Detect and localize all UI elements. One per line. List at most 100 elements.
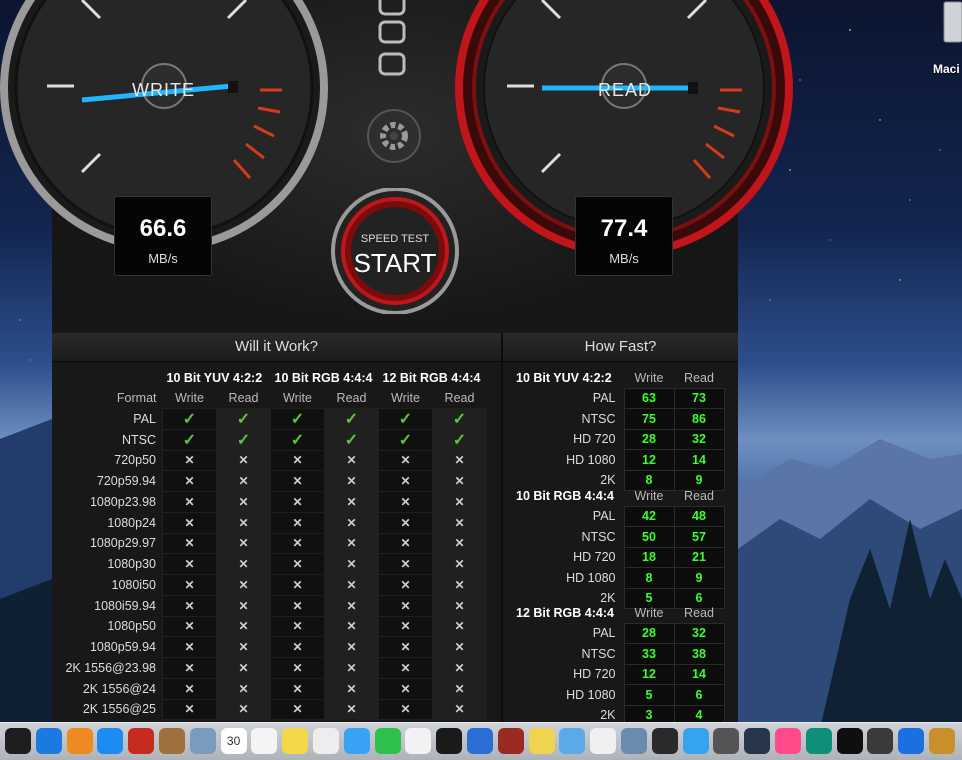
hf-row: HD 1080 5 6: [516, 684, 725, 706]
photo-booth-icon[interactable]: [128, 728, 155, 754]
bear-icon[interactable]: [867, 728, 894, 754]
ww-result-cell: ✕: [432, 553, 487, 575]
hf-write-value: 33: [623, 643, 675, 665]
ww-row: 1080p50 ✕ ✕ ✕ ✕ ✕ ✕: [58, 615, 487, 638]
ww-result-cell: ✕: [216, 615, 271, 638]
ww-result-cell: ✕: [162, 677, 217, 700]
ww-result-cell: ✓: [432, 407, 487, 430]
x-icon: ✕: [346, 453, 357, 468]
x-icon: ✕: [454, 660, 465, 675]
x-icon: ✕: [184, 577, 195, 592]
x-icon: ✕: [292, 577, 303, 592]
x-icon: ✕: [346, 660, 357, 675]
script-icon[interactable]: [590, 728, 617, 754]
hf-format-cell: NTSC: [581, 529, 616, 544]
x-icon: ✕: [346, 619, 357, 634]
x-icon: ✕: [454, 640, 465, 655]
finder-folder-icon[interactable]: [559, 728, 586, 754]
ww-result-cell: ✕: [216, 574, 271, 596]
x-icon: ✕: [346, 681, 357, 696]
app-store-icon[interactable]: [97, 728, 124, 754]
check-icon: ✓: [182, 431, 197, 449]
x-icon: ✕: [184, 557, 195, 572]
malwarebytes-icon[interactable]: [898, 728, 925, 754]
ww-result-cell: ✕: [162, 657, 217, 679]
ww-result-cell: ✕: [324, 698, 379, 721]
x-icon: ✕: [346, 536, 357, 551]
wifi-icon[interactable]: [682, 728, 709, 754]
hf-format-cell: HD 1080: [566, 570, 616, 585]
panel-divider: [501, 333, 503, 722]
notes-brown-icon[interactable]: [159, 728, 185, 754]
hf-group-header: 10 Bit RGB 4:4:4: [516, 489, 614, 503]
hf-row: PAL 42 48: [516, 505, 725, 527]
settings-gear-icon[interactable]: [366, 108, 422, 164]
ww-result-cell: ✕: [270, 449, 325, 472]
ww-result-cell: ✕: [432, 532, 487, 555]
messages-icon[interactable]: [343, 728, 370, 754]
calculator-icon[interactable]: [713, 728, 740, 754]
x-icon: ✕: [238, 619, 249, 634]
ww-result-cell: ✕: [216, 657, 271, 679]
ww-row: 1080p30 ✕ ✕ ✕ ✕ ✕ ✕: [58, 553, 487, 575]
ww-result-cell: ✓: [378, 407, 433, 430]
x-icon: ✕: [184, 474, 195, 489]
hf-row: HD 720 28 32: [516, 428, 725, 450]
ww-group-header: 10 Bit RGB 4:4:4: [274, 370, 373, 385]
ww-sub-header: Read: [444, 390, 475, 405]
dvd-icon[interactable]: [744, 728, 771, 754]
terminal-icon[interactable]: [436, 728, 463, 754]
dashboard-icon[interactable]: [836, 728, 863, 754]
reminders-icon[interactable]: [251, 728, 278, 754]
x-icon: ✕: [400, 619, 411, 634]
check-icon: ✓: [182, 410, 197, 428]
stickies-yellow-icon[interactable]: [528, 728, 555, 754]
ww-result-cell: ✕: [378, 470, 433, 492]
battery-icon[interactable]: [651, 728, 678, 754]
time-machine-icon[interactable]: [805, 728, 832, 754]
x-icon: ✕: [238, 660, 249, 675]
dictionary-icon[interactable]: [497, 728, 524, 754]
x-icon: ✕: [400, 515, 411, 530]
hf-read-value: 14: [673, 663, 725, 685]
x-icon: ✕: [292, 536, 303, 551]
ww-result-cell: ✕: [270, 698, 325, 721]
textedit-icon[interactable]: [313, 728, 339, 754]
x-icon: ✕: [400, 474, 411, 489]
image-capture-icon[interactable]: [621, 728, 647, 754]
x-icon: ✕: [400, 494, 411, 509]
books-icon[interactable]: [66, 728, 93, 754]
check-icon: ✓: [452, 410, 467, 428]
check-icon: ✓: [398, 431, 413, 449]
ww-result-cell: ✕: [432, 511, 487, 534]
photos-icon[interactable]: [405, 728, 432, 754]
ww-result-cell: ✕: [324, 449, 379, 472]
hf-format-cell: NTSC: [581, 646, 616, 661]
stickies-icon[interactable]: [282, 728, 309, 754]
hard-drive-icon[interactable]: [940, 0, 962, 49]
x-icon: ✕: [292, 598, 303, 613]
x-icon: ✕: [184, 702, 195, 717]
hf-write-value: 28: [623, 428, 675, 450]
ww-result-cell: ✓: [216, 407, 271, 430]
hf-group-header: 10 Bit YUV 4:2:2: [516, 371, 612, 385]
ww-row: 720p59.94 ✕ ✕ ✕ ✕ ✕ ✕: [58, 470, 487, 492]
itunes-icon[interactable]: [775, 728, 801, 754]
preview-icon[interactable]: [189, 728, 216, 754]
drive-selector[interactable]: [378, 0, 408, 80]
ww-result-cell: ✕: [432, 636, 487, 658]
x-icon: ✕: [400, 557, 411, 572]
read-speed-value: 77.4: [600, 215, 648, 242]
calendar-icon[interactable]: 30: [220, 728, 247, 754]
activity-monitor-icon[interactable]: [5, 728, 31, 754]
ww-result-cell: ✕: [324, 511, 379, 534]
how-fast-title: How Fast?: [503, 333, 738, 362]
hf-read-value: 9: [673, 567, 725, 589]
facetime-icon[interactable]: [374, 728, 401, 754]
mission-control-icon[interactable]: [467, 728, 493, 754]
reaper-icon[interactable]: [929, 728, 955, 754]
ww-result-cell: ✕: [324, 491, 379, 513]
check-icon: ✓: [290, 431, 305, 449]
safari-icon[interactable]: [35, 728, 62, 754]
start-button[interactable]: SPEED TEST START: [328, 187, 462, 315]
